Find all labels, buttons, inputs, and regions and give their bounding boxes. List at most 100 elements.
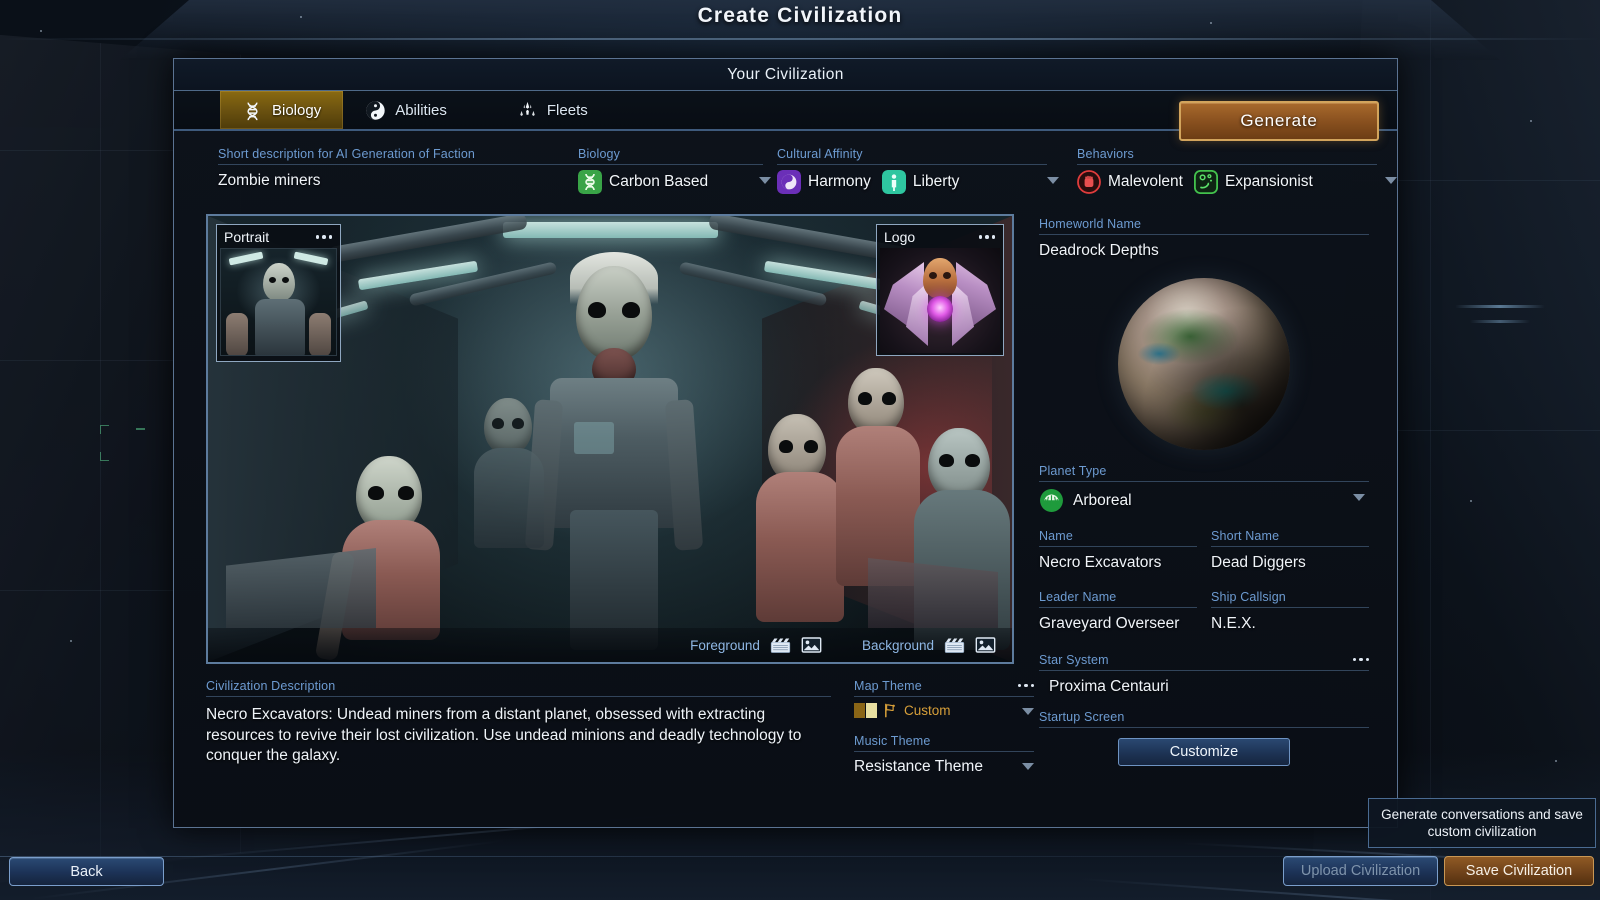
behavior-label: Malevolent <box>1108 173 1183 190</box>
customize-button[interactable]: Customize <box>1118 738 1290 766</box>
back-label: Back <box>70 863 103 880</box>
startup-screen-label: Startup Screen <box>1039 710 1125 724</box>
dna-icon <box>247 101 258 120</box>
tab-fleets[interactable]: Fleets <box>495 91 610 129</box>
chevron-down-icon[interactable] <box>1047 177 1059 184</box>
field-leader-name: Leader Name Graveyard Overseer <box>1039 590 1197 633</box>
map-theme-swatches <box>854 703 877 718</box>
chevron-down-icon[interactable] <box>1353 494 1365 501</box>
background-label: Background <box>861 637 934 653</box>
ship-callsign-label: Ship Callsign <box>1211 590 1286 604</box>
affinity-label: Liberty <box>912 173 960 190</box>
field-ship-callsign: Ship Callsign N.E.X. <box>1211 590 1369 633</box>
logo-options-icon[interactable] <box>978 235 995 239</box>
tab-abilities[interactable]: Abilities <box>343 91 469 129</box>
generate-button[interactable]: Generate <box>1179 101 1379 141</box>
back-button[interactable]: Back <box>9 857 164 886</box>
field-behaviors: Behaviors Malevolent Expansionist <box>1077 147 1397 194</box>
planet-type-dropdown[interactable]: Arboreal <box>1039 482 1369 513</box>
short-description-input[interactable]: Zombie miners <box>218 165 578 190</box>
field-homeworld-name: Homeworld Name Deadrock Depths <box>1039 217 1369 260</box>
hud-marker <box>100 452 109 461</box>
field-map-theme: Map Theme Custom <box>854 679 1034 718</box>
behavior-label: Expansionist <box>1224 173 1313 190</box>
civilization-artwork-panel[interactable]: Portrait Logo Foreground Background <box>206 214 1014 664</box>
portrait-options-icon[interactable] <box>315 235 332 239</box>
portrait-card-header: Portrait <box>220 228 337 248</box>
tab-label: Biology <box>272 101 322 119</box>
homeworld-preview <box>1039 264 1369 464</box>
short-description-label: Short description for AI Generation of F… <box>218 147 476 161</box>
logo-thumbnail <box>880 248 1000 353</box>
planet-type-label: Planet Type <box>1039 464 1107 478</box>
map-theme-options-icon[interactable] <box>1017 683 1034 688</box>
portrait-thumbnail <box>220 248 337 356</box>
distant-ship <box>1470 320 1530 323</box>
homeworld-name-input[interactable]: Deadrock Depths <box>1039 235 1369 260</box>
civilization-description-text[interactable]: Necro Excavators: Undead miners from a d… <box>206 697 831 767</box>
map-theme-dropdown[interactable]: Custom <box>854 697 1034 718</box>
field-startup-screen: Startup Screen Customize <box>1039 710 1369 766</box>
chevron-down-icon[interactable] <box>1385 177 1397 184</box>
star-system-value[interactable]: Proxima Centauri <box>1039 671 1369 696</box>
clapperboard-icon[interactable] <box>944 636 965 654</box>
affinity-label: Harmony <box>808 173 871 190</box>
harmony-icon <box>777 170 801 194</box>
cultural-affinity-label: Cultural Affinity <box>777 147 863 161</box>
portrait-card-title: Portrait <box>224 229 270 245</box>
artwork-figure <box>470 398 550 548</box>
star-system-options-icon[interactable] <box>1352 657 1369 662</box>
flag-icon <box>885 703 895 718</box>
clapperboard-icon[interactable] <box>770 636 791 654</box>
cultural-affinity-dropdown[interactable]: Harmony Liberty <box>777 165 1047 194</box>
music-theme-value: Resistance Theme <box>854 758 983 775</box>
window-title: Your Civilization <box>727 65 844 83</box>
ship-callsign-input[interactable]: N.E.X. <box>1211 608 1369 633</box>
leader-name-input[interactable]: Graveyard Overseer <box>1039 608 1197 633</box>
field-name: Name Necro Excavators <box>1039 529 1197 572</box>
leader-row: Leader Name Graveyard Overseer Ship Call… <box>1039 590 1369 637</box>
field-short-description: Short description for AI Generation of F… <box>218 147 578 190</box>
upload-civilization-button[interactable]: Upload Civilization <box>1283 856 1438 886</box>
liberty-icon <box>881 170 906 194</box>
logo-card[interactable]: Logo <box>876 224 1004 356</box>
name-row: Name Necro Excavators Short Name Dead Di… <box>1039 529 1369 576</box>
homeworld-name-label: Homeworld Name <box>1039 217 1142 231</box>
chevron-down-icon[interactable] <box>1022 763 1034 770</box>
logo-card-header: Logo <box>880 228 1000 248</box>
chevron-down-icon[interactable] <box>759 177 771 184</box>
tab-label: Fleets <box>546 101 588 119</box>
behavior-expansionist: Expansionist <box>1193 170 1313 194</box>
tab-biology[interactable]: Biology <box>220 91 344 129</box>
divider <box>1039 727 1369 728</box>
top-field-row: Short description for AI Generation of F… <box>174 147 1399 209</box>
portrait-card[interactable]: Portrait <box>216 224 341 362</box>
save-civilization-button[interactable]: Save Civilization <box>1444 856 1594 886</box>
biology-value: Carbon Based <box>609 173 709 190</box>
right-detail-column: Homeworld Name Deadrock Depths Planet Ty… <box>1039 217 1369 770</box>
image-icon[interactable] <box>975 636 996 654</box>
upload-label: Upload Civilization <box>1300 863 1421 879</box>
logo-card-title: Logo <box>884 229 916 245</box>
music-theme-label: Music Theme <box>854 734 931 748</box>
behaviors-dropdown[interactable]: Malevolent Expansionist <box>1077 165 1377 194</box>
field-music-theme: Music Theme Resistance Theme <box>854 734 1034 776</box>
hud-marker <box>100 425 109 434</box>
gem-icon <box>927 296 953 322</box>
leader-name-label: Leader Name <box>1039 590 1117 604</box>
name-input[interactable]: Necro Excavators <box>1039 547 1197 572</box>
image-icon[interactable] <box>801 636 822 654</box>
affinity-liberty: Liberty <box>881 170 960 194</box>
chevron-down-icon[interactable] <box>1022 708 1034 715</box>
yinyang-icon <box>366 100 385 120</box>
window-header: Your Civilization <box>174 59 1397 91</box>
distant-ship <box>1455 305 1545 308</box>
title-divider <box>0 38 1600 40</box>
short-name-input[interactable]: Dead Diggers <box>1211 547 1369 572</box>
fist-icon <box>1077 170 1101 194</box>
short-name-label: Short Name <box>1211 529 1280 543</box>
field-planet-type: Planet Type Arboreal <box>1039 464 1369 513</box>
foreground-label: Foreground <box>690 637 760 653</box>
biology-dropdown[interactable]: Carbon Based <box>578 165 763 194</box>
music-theme-dropdown[interactable]: Resistance Theme <box>854 752 1034 776</box>
